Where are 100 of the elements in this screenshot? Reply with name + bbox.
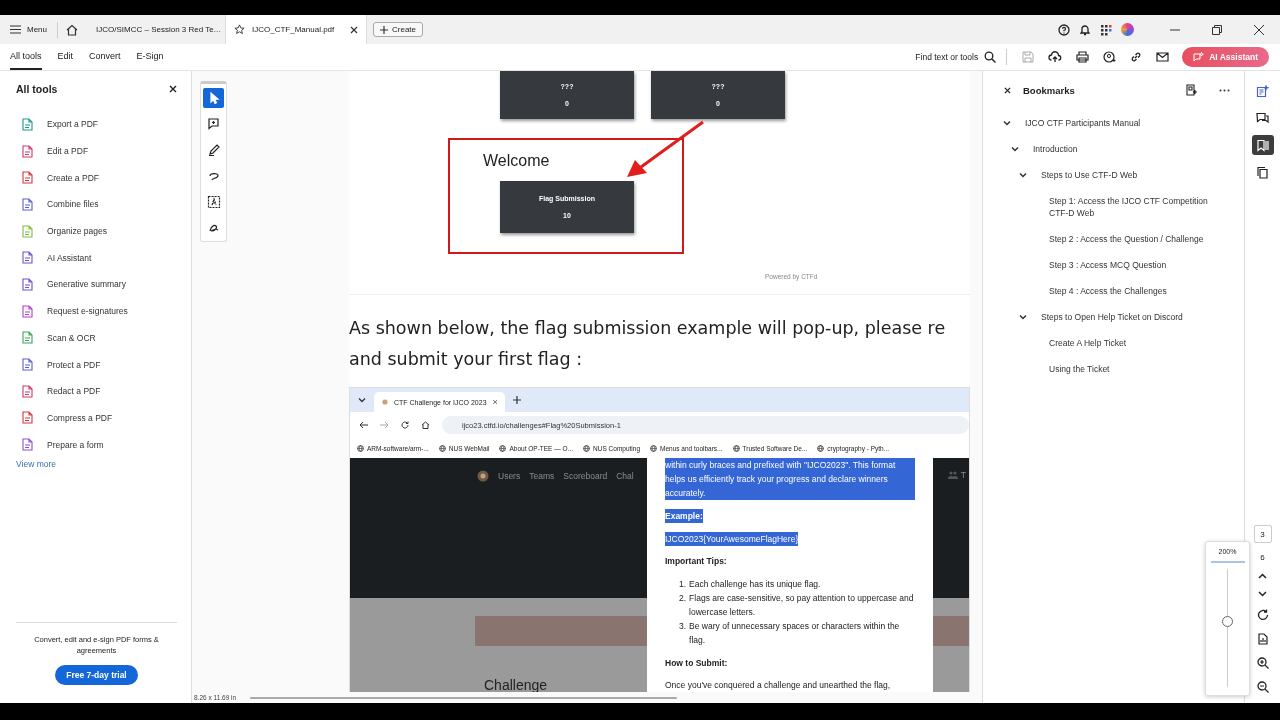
body-text: Once you've conquered a challenge and unearthed the flag,: [665, 679, 892, 692]
bookmark-item[interactable]: Steps to Open Help Ticket on Discord: [1041, 311, 1183, 323]
trial-button[interactable]: Free 7-day trial: [55, 665, 138, 685]
reload-icon[interactable]: [401, 421, 409, 429]
tool-item[interactable]: Organize pages: [16, 217, 177, 245]
document-tab[interactable]: IJCO_CTF_Manual.pdf: [226, 15, 367, 44]
close-icon[interactable]: [1004, 86, 1011, 94]
pages-icon: [1256, 165, 1269, 179]
print-icon[interactable]: [1076, 51, 1090, 63]
globe-icon: [499, 444, 507, 452]
tool-item[interactable]: Redact a PDF: [16, 377, 177, 405]
chevron-down-icon[interactable]: [1258, 591, 1267, 597]
pointer-tool[interactable]: [203, 88, 224, 108]
bookmark-item[interactable]: Step 3 : Access MCQ Question: [1049, 259, 1167, 271]
document-icon: [21, 358, 34, 372]
back-icon[interactable]: [359, 421, 368, 429]
tool-item[interactable]: Protect a PDF: [16, 351, 177, 378]
tool-item[interactable]: Create a PDF: [16, 164, 177, 192]
globe-icon: [817, 444, 825, 452]
tool-item[interactable]: Scan & OCR: [16, 324, 177, 352]
toolbar-tab[interactable]: Edit: [57, 44, 74, 70]
refresh-icon[interactable]: [1256, 609, 1269, 621]
tool-item[interactable]: Compress a PDF: [16, 404, 177, 432]
chevron-down-icon[interactable]: [358, 396, 366, 404]
document-icon: [21, 411, 34, 425]
page-number-field[interactable]: 3: [1253, 525, 1272, 543]
restore-icon[interactable]: [1212, 24, 1222, 35]
star-icon[interactable]: [234, 24, 245, 35]
close-icon[interactable]: [169, 85, 177, 93]
zoom-slider[interactable]: [1222, 569, 1233, 687]
chevron-icon[interactable]: [1011, 146, 1019, 152]
home-icon[interactable]: [421, 421, 430, 429]
bookmark-item[interactable]: Step 1: Access the IJCO CTF Competition CTF-D Web: [1049, 195, 1214, 219]
page-icon[interactable]: [1256, 633, 1269, 645]
home-icon[interactable]: [66, 23, 78, 36]
tip-text: Flags are case-sensitive, so pay attention to uppercase and lowercase letters.: [689, 592, 915, 619]
help-icon[interactable]: [1058, 23, 1070, 36]
close-icon[interactable]: [350, 25, 358, 34]
tool-item[interactable]: Edit a PDF: [16, 137, 177, 165]
nav-link[interactable]: Scoreboard: [563, 471, 608, 481]
share-person-icon[interactable]: [1103, 50, 1117, 64]
bookmarks-panel-button[interactable]: [1251, 135, 1274, 155]
tool-item[interactable]: Generative summary: [16, 271, 177, 298]
bookmark-item[interactable]: IJCO CTF Participants Manual: [1025, 117, 1141, 129]
zoom-out-icon[interactable]: [1256, 681, 1269, 693]
chevron-icon[interactable]: [1019, 172, 1027, 178]
find-button[interactable]: Find text or tools: [915, 51, 997, 63]
bookmark-item[interactable]: Step 4 : Access the Challenges: [1049, 285, 1167, 297]
selected-text: Example:: [665, 509, 703, 523]
nav-link[interactable]: T: [960, 470, 966, 480]
tool-item[interactable]: Export a PDF: [16, 111, 177, 138]
bookmarks-icon: [1256, 138, 1269, 152]
plus-icon[interactable]: [513, 396, 521, 404]
create-button[interactable]: Create: [373, 22, 424, 37]
selected-text: IJCO2023{YourAwesomeFlagHere}: [665, 532, 799, 546]
more-icon[interactable]: [1219, 88, 1230, 92]
page-heading: Challenge: [484, 677, 548, 692]
tool-item[interactable]: Request e-signatures: [16, 297, 177, 325]
chevron-up-icon[interactable]: [1258, 573, 1267, 579]
nav-link[interactable]: Teams: [529, 471, 555, 481]
close-icon[interactable]: [1254, 24, 1264, 35]
plus-icon: [380, 25, 388, 34]
section-heading: How to Submit:: [665, 657, 729, 670]
bookmark-item[interactable]: Create A Help Ticket: [1049, 337, 1126, 349]
app-logo-icon[interactable]: [1121, 23, 1134, 36]
bookmark-item[interactable]: Steps to Use CTF-D Web: [1041, 169, 1138, 181]
search-icon: [984, 51, 997, 63]
menu-button[interactable]: Menu: [10, 25, 47, 34]
toolbar-tab[interactable]: All tools: [10, 44, 42, 70]
document-icon: [21, 144, 34, 158]
cloud-upload-icon[interactable]: [1048, 51, 1063, 63]
bookmark-item[interactable]: Introduction: [1033, 143, 1078, 155]
comments-icon: [1256, 111, 1269, 125]
add-bookmark-icon[interactable]: [1186, 84, 1197, 96]
tool-item[interactable]: Prepare a form: [16, 431, 177, 458]
chevron-icon[interactable]: [1003, 120, 1011, 126]
document-icon: [21, 384, 34, 398]
tool-item[interactable]: Combine files: [16, 191, 177, 218]
document-icon: [21, 304, 34, 318]
list-number: 1.: [679, 578, 687, 591]
bell-icon[interactable]: [1079, 23, 1091, 36]
apps-icon[interactable]: [1100, 23, 1112, 36]
chevron-icon[interactable]: [1019, 314, 1027, 320]
welcome-heading: Welcome: [483, 152, 550, 170]
toolbar-tab[interactable]: E-Sign: [136, 44, 164, 70]
bookmark-item[interactable]: Using the Ticket: [1049, 363, 1110, 375]
link-icon[interactable]: [1130, 51, 1143, 63]
nav-link[interactable]: Chal: [616, 471, 634, 481]
view-more-link[interactable]: View more: [16, 458, 177, 469]
zoom-in-icon[interactable]: [1256, 657, 1269, 669]
toolbar-tab[interactable]: Convert: [89, 44, 121, 70]
tip-text: Each challenge has its unique flag.: [689, 578, 821, 591]
selected-text: within curly braces and prefixed with "IJCO2023". This format helps us efficiently track your progress and declare winners accurately.: [665, 458, 915, 500]
bookmark-item[interactable]: Step 2 : Access the Question / Challenge: [1049, 233, 1204, 245]
tool-item[interactable]: AI Assistant: [16, 244, 177, 272]
site-logo-icon: [477, 470, 489, 482]
nav-link[interactable]: Users: [498, 471, 521, 481]
mail-icon[interactable]: [1156, 52, 1170, 62]
horizontal-scrollbar[interactable]: [250, 696, 678, 699]
sparkle-chat-icon: [1193, 51, 1205, 63]
